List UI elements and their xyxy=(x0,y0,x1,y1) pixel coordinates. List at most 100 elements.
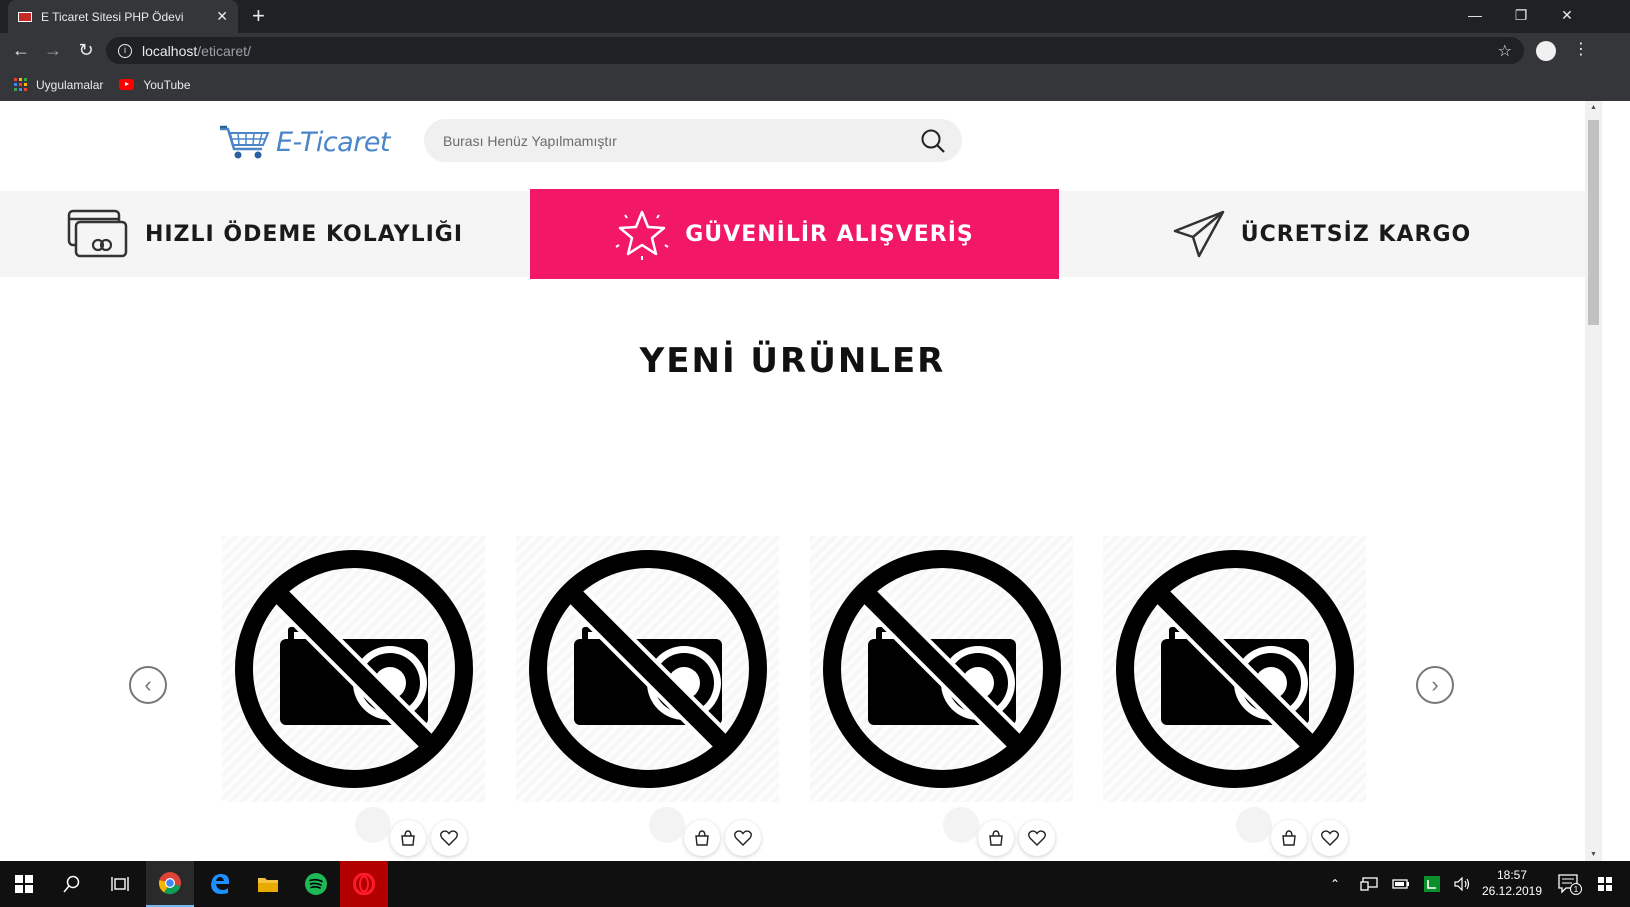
tab-title: E Ticaret Sitesi PHP Ödevi xyxy=(41,9,184,24)
edge-icon xyxy=(211,874,230,894)
feature-label: ÜCRETSİZ KARGO xyxy=(1240,221,1472,247)
bookmarks-bar: Uygulamalar YouTube xyxy=(0,68,1630,101)
add-to-cart-button[interactable] xyxy=(1271,820,1307,856)
page-scrollbar[interactable]: ▲ ▼ xyxy=(1585,101,1602,861)
back-button[interactable]: ← xyxy=(10,39,32,61)
quick-view-button[interactable] xyxy=(355,807,391,843)
folder-icon xyxy=(258,878,278,892)
bookmark-apps[interactable]: Uygulamalar xyxy=(14,78,103,92)
shopping-cart-icon xyxy=(220,125,270,159)
search-icon[interactable] xyxy=(920,128,946,154)
speaker-icon xyxy=(1454,877,1470,891)
feature-fast-payment: HIZLI ÖDEME KOLAYLIĞI xyxy=(0,191,530,277)
taskbar-chrome[interactable] xyxy=(146,861,194,907)
close-tab-icon[interactable]: ✕ xyxy=(216,8,228,25)
url-host: localhost xyxy=(142,42,198,59)
browser-titlebar: E Ticaret Sitesi PHP Ödevi ✕ + — ❐ ✕ xyxy=(0,0,1630,33)
product-card[interactable] xyxy=(810,536,1073,861)
browser-tab[interactable]: E Ticaret Sitesi PHP Ödevi ✕ xyxy=(8,0,238,33)
windows-start-button[interactable] xyxy=(0,861,48,907)
url-path: /eticaret/ xyxy=(197,42,251,59)
credit-card-icon xyxy=(67,209,128,258)
minimize-button[interactable]: — xyxy=(1452,0,1498,30)
green-app-icon xyxy=(1424,876,1440,892)
carousel-prev-button[interactable]: ‹ xyxy=(129,666,167,704)
scroll-up-icon[interactable]: ▲ xyxy=(1590,104,1597,111)
tray-app[interactable] xyxy=(1424,861,1440,907)
add-to-wishlist-button[interactable] xyxy=(431,820,467,856)
clock-date: 26.12.2019 xyxy=(1481,884,1543,898)
add-to-wishlist-button[interactable] xyxy=(1019,820,1055,856)
no-camera-icon xyxy=(528,550,767,788)
close-window-button[interactable]: ✕ xyxy=(1544,0,1590,30)
search-input[interactable] xyxy=(443,132,883,149)
task-view-icon xyxy=(111,877,129,891)
taskbar-file-explorer[interactable] xyxy=(244,861,292,907)
product-image[interactable] xyxy=(516,536,779,802)
add-to-cart-button[interactable] xyxy=(684,820,720,856)
quick-view-button[interactable] xyxy=(943,807,979,843)
address-bar[interactable]: i localhost/eticaret/ ☆ xyxy=(106,37,1524,64)
task-view-button[interactable] xyxy=(96,861,144,907)
scrollbar-thumb[interactable] xyxy=(1588,120,1599,325)
no-camera-icon xyxy=(1115,550,1354,788)
quick-view-button[interactable] xyxy=(1236,807,1272,843)
show-desktop-button[interactable] xyxy=(1598,861,1612,907)
product-card[interactable] xyxy=(1103,536,1366,861)
tray-show-hidden[interactable]: ⌃ xyxy=(1330,861,1340,907)
scroll-down-icon[interactable]: ▼ xyxy=(1590,851,1597,858)
windows-taskbar: ⌃ 18:57 26.12.2019 1 xyxy=(0,861,1630,907)
taskbar-search-button[interactable] xyxy=(48,861,96,907)
tray-volume[interactable] xyxy=(1454,861,1472,907)
feature-label: GÜVENİLİR ALIŞVERİŞ xyxy=(685,221,974,247)
battery-icon xyxy=(1392,879,1409,889)
new-tab-button[interactable]: + xyxy=(252,3,265,29)
restore-button[interactable]: ❐ xyxy=(1498,0,1544,30)
feature-free-shipping: ÜCRETSİZ KARGO xyxy=(1059,191,1585,277)
clock-time: 18:57 xyxy=(1496,868,1528,882)
action-center-button[interactable]: 1 xyxy=(1558,861,1582,907)
tray-network[interactable] xyxy=(1360,861,1378,907)
site-logo[interactable]: E-Ticaret xyxy=(218,123,391,161)
forward-button[interactable]: → xyxy=(42,39,64,61)
quick-view-button[interactable] xyxy=(649,807,685,843)
no-camera-icon xyxy=(234,550,473,788)
add-to-cart-button[interactable] xyxy=(978,820,1014,856)
youtube-icon xyxy=(119,79,135,90)
windows-logo-icon xyxy=(15,875,33,893)
carousel-next-button[interactable]: › xyxy=(1416,666,1454,704)
window-edge xyxy=(1602,101,1630,861)
section-title: YENİ ÜRÜNLER xyxy=(639,341,946,381)
notification-icon: 1 xyxy=(1558,874,1582,895)
taskbar-opera[interactable] xyxy=(340,861,388,907)
bookmark-label: YouTube xyxy=(143,77,191,92)
logo-text: E-Ticaret xyxy=(276,126,391,158)
add-to-wishlist-button[interactable] xyxy=(1312,820,1348,856)
site-info-icon[interactable]: i xyxy=(118,43,132,58)
add-to-cart-button[interactable] xyxy=(390,820,426,856)
heart-icon xyxy=(1028,830,1046,846)
product-image[interactable] xyxy=(810,536,1073,802)
product-card[interactable] xyxy=(222,536,485,861)
profile-avatar[interactable] xyxy=(1536,41,1556,61)
flag-favicon-icon xyxy=(18,11,32,22)
add-to-wishlist-button[interactable] xyxy=(725,820,761,856)
shopping-bag-icon xyxy=(1282,830,1296,846)
product-image[interactable] xyxy=(222,536,485,802)
taskbar-clock[interactable]: 18:57 26.12.2019 xyxy=(1478,867,1546,899)
bookmark-youtube[interactable]: YouTube xyxy=(119,77,191,92)
taskbar-edge[interactable] xyxy=(196,861,244,907)
bookmark-label: Uygulamalar xyxy=(36,77,104,92)
heart-icon xyxy=(734,830,752,846)
product-image[interactable] xyxy=(1103,536,1366,802)
apps-grid-icon xyxy=(14,78,27,91)
feature-label: HIZLI ÖDEME KOLAYLIĞI xyxy=(144,221,464,247)
reload-button[interactable]: ↻ xyxy=(75,39,97,61)
shopping-bag-icon xyxy=(695,830,709,846)
tray-battery[interactable] xyxy=(1392,861,1410,907)
product-card[interactable] xyxy=(516,536,779,861)
bookmark-star-icon[interactable]: ☆ xyxy=(1498,41,1512,61)
taskbar-spotify[interactable] xyxy=(292,861,340,907)
menu-kebab-icon[interactable]: ⋮ xyxy=(1573,39,1589,59)
chrome-icon xyxy=(158,872,181,895)
